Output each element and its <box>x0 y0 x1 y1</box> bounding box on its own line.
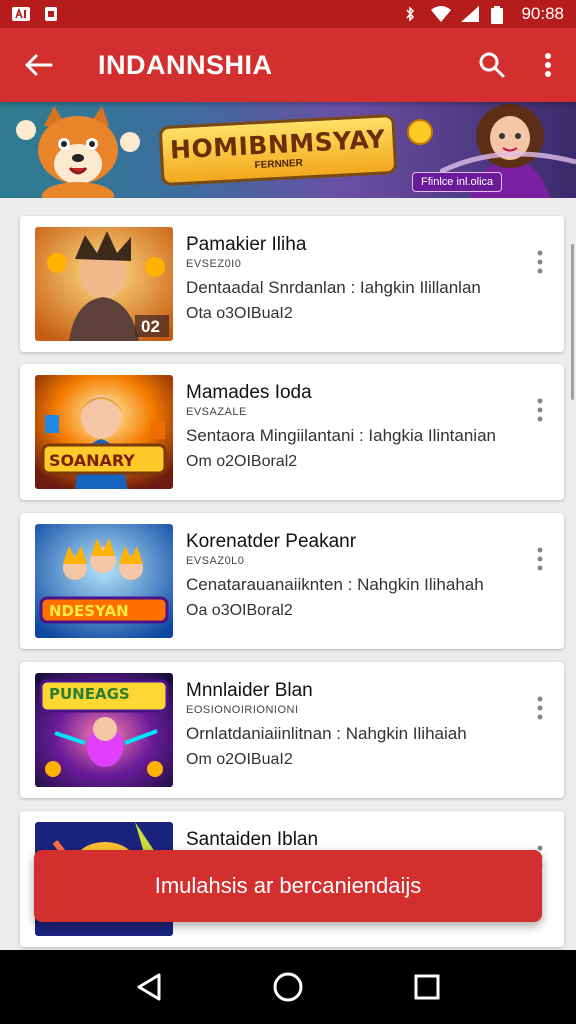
banner-subtitle: FERNNER <box>254 157 304 172</box>
bluetooth-icon <box>401 6 419 22</box>
search-icon <box>479 52 505 78</box>
banner-tag: Ffinlce inl.olica <box>412 172 503 192</box>
list-item[interactable]: PUNEAGS Mnnlaider Blan EOSIONOIRIONIONI … <box>20 662 564 798</box>
app-bar: INDANNSHIA <box>0 28 576 102</box>
battery-icon <box>491 6 509 24</box>
status-time: 90:88 <box>521 4 564 23</box>
card-menu-button[interactable] <box>528 246 552 278</box>
card-meta: Om o2OIBuaI2 <box>186 751 293 768</box>
game-thumbnail: NDESYAN <box>35 524 173 638</box>
system-nav-bar <box>0 950 576 1024</box>
card-meta: Om o2OIBoral2 <box>186 453 298 470</box>
more-vert-icon <box>545 53 551 77</box>
arrow-back-icon <box>25 54 53 76</box>
more-vert-icon <box>537 547 543 571</box>
card-subtitle: EVSAZALE <box>186 406 247 418</box>
more-vert-icon <box>537 398 543 422</box>
card-menu-button[interactable] <box>528 394 552 426</box>
more-vert-icon <box>537 250 543 274</box>
nav-home-button[interactable] <box>258 957 318 1017</box>
scrollbar[interactable] <box>571 244 574 400</box>
back-button[interactable] <box>0 28 76 102</box>
triangle-back-icon <box>137 973 161 1001</box>
wifi-icon <box>431 6 452 22</box>
thumbnail-badge: SOANARY <box>49 451 135 470</box>
card-subtitle: EVSEZ0I0 <box>186 258 242 270</box>
card-meta: Ota o3OIBuaI2 <box>186 305 293 322</box>
card-description: Dentaadal Snrdanlan : Iahgkin Ilillanlan <box>186 278 481 297</box>
list-item[interactable]: 02 Pamakier Iliha EVSEZ0I0 Dentaadal Snr… <box>20 216 564 352</box>
circle-home-icon <box>273 972 303 1002</box>
promo-banner[interactable]: HOMIBNMSYAY FERNNER Ffinlce inl.olica <box>0 102 576 198</box>
coin-icon <box>407 119 433 145</box>
snackbar-button[interactable]: Imulahsis ar bercaniendaijs <box>34 850 542 922</box>
overflow-menu-button[interactable] <box>520 28 576 102</box>
thumbnail-badge: PUNEAGS <box>49 685 130 703</box>
card-menu-button[interactable] <box>528 692 552 724</box>
card-subtitle: EVSAZ0L0 <box>186 555 245 567</box>
card-title: Pamakier Iliha <box>186 234 307 255</box>
game-thumbnail: PUNEAGS <box>35 673 173 787</box>
game-thumbnail: SOANARY <box>35 375 173 489</box>
search-button[interactable] <box>464 28 520 102</box>
app-title: INDANNSHIA <box>98 49 273 80</box>
square-recents-icon <box>414 974 440 1000</box>
lock-icon <box>42 6 60 22</box>
fox-character-illustration <box>16 106 140 198</box>
thumbnail-badge: NDESYAN <box>49 602 129 620</box>
nav-back-button[interactable] <box>119 957 179 1017</box>
thumbnail-badge: 02 <box>141 317 160 336</box>
card-title: Mnnlaider Blan <box>186 680 313 701</box>
card-title: Santaiden Iblan <box>186 829 319 850</box>
app-notification-icon <box>12 6 30 22</box>
list-item[interactable]: SOANARY Mamades Ioda EVSAZALE Sentaora M… <box>20 364 564 500</box>
card-subtitle: EOSIONOIRIONIONI <box>186 704 299 716</box>
card-title: Mamades Ioda <box>186 382 312 403</box>
card-description: Ornlatdaniaiinlitnan : Nahgkin Ilihaiah <box>186 724 467 743</box>
nav-recents-button[interactable] <box>397 957 457 1017</box>
card-description: Sentaora Mingiilantani : Iahgkia Ilintan… <box>186 426 496 445</box>
card-meta: Oa o3OIBoral2 <box>186 602 293 619</box>
card-title: Korenatder Peakanr <box>186 531 357 552</box>
more-vert-icon <box>537 696 543 720</box>
list-item[interactable]: NDESYAN Korenatder Peakanr EVSAZ0L0 Cena… <box>20 513 564 649</box>
status-bar: 90:88 <box>0 0 576 28</box>
signal-icon <box>461 6 480 22</box>
card-menu-button[interactable] <box>528 543 552 575</box>
card-description: Cenatarauanaiiknten : Nahgkin Ilihahah <box>186 575 484 594</box>
banner-logo: HOMIBNMSYAY FERNNER <box>158 113 398 187</box>
game-thumbnail: 02 <box>35 227 173 341</box>
